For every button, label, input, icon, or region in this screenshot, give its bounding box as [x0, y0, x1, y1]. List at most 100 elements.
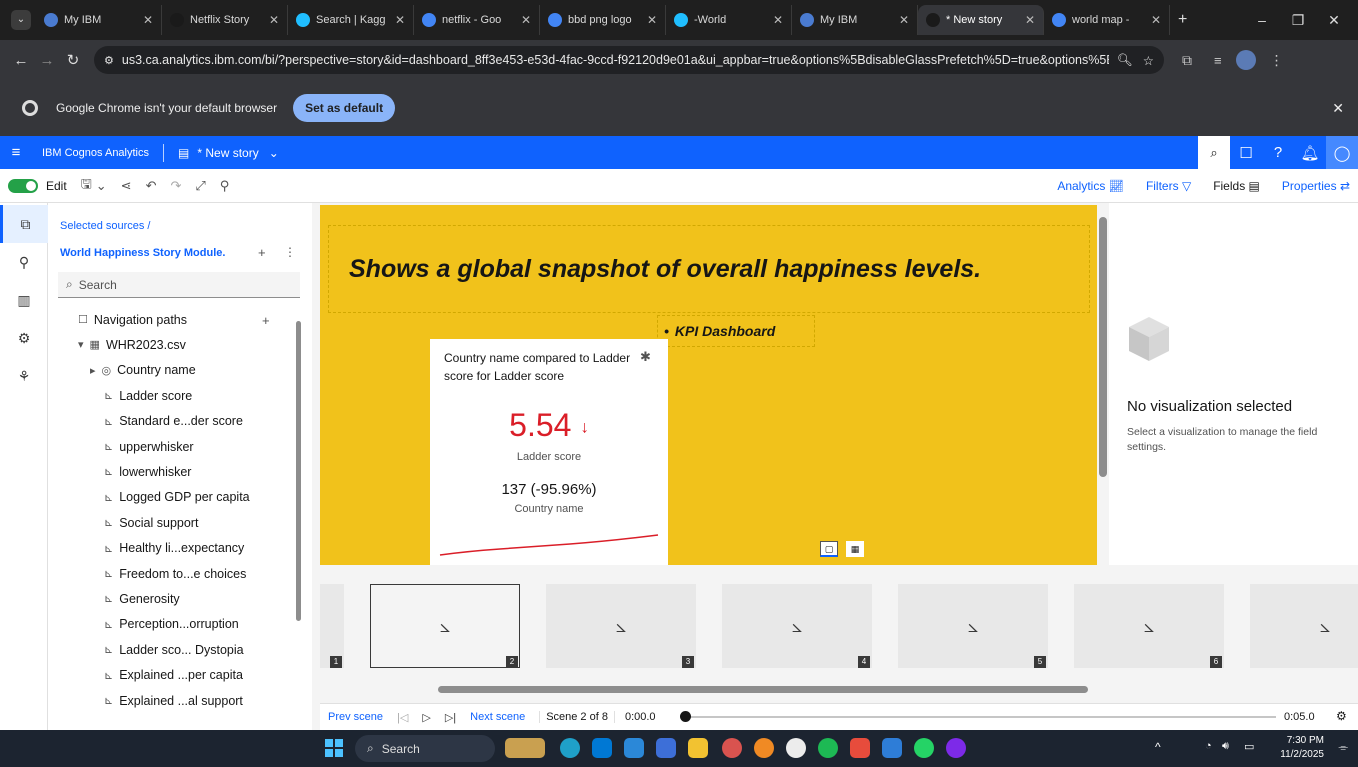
bookmark-star-icon[interactable]: ☆: [1143, 53, 1154, 68]
kpi-settings-icon[interactable]: ✱: [640, 349, 651, 365]
new-tab-button[interactable]: +: [1178, 11, 1187, 29]
add-navigation-path-icon[interactable]: +: [262, 313, 270, 328]
battery-icon[interactable]: ▭: [1244, 740, 1254, 753]
tab-fields[interactable]: Fields ▤: [1213, 179, 1260, 193]
search-button[interactable]: ⌕: [1198, 136, 1230, 169]
tree-item[interactable]: ⊾ Freedom to...e choices: [104, 561, 246, 586]
kpi-widget[interactable]: Country name compared to Ladder score fo…: [430, 339, 668, 565]
canva-icon[interactable]: [946, 738, 966, 758]
scenes-scrollbar[interactable]: [438, 686, 1088, 693]
breadcrumb[interactable]: Selected sources /: [60, 220, 151, 232]
close-tab-icon[interactable]: ✕: [521, 13, 531, 27]
prev-scene-button[interactable]: Prev scene: [328, 711, 383, 723]
data-sources-icon[interactable]: ⧉: [0, 205, 48, 243]
close-tab-icon[interactable]: ✕: [143, 13, 153, 27]
timeline-settings-icon[interactable]: ⚙: [1336, 709, 1347, 723]
tree-item[interactable]: ⊾ Explained ...per capita: [104, 663, 243, 688]
volume-icon[interactable]: 🔊︎: [1222, 740, 1229, 753]
close-tab-icon[interactable]: ✕: [1151, 13, 1161, 27]
reload-icon[interactable]: ↻: [60, 51, 86, 69]
scene-thumbnail[interactable]: ⦣: [1074, 584, 1224, 668]
close-tab-icon[interactable]: ✕: [269, 13, 279, 27]
source-search-input[interactable]: ⌕ Search: [58, 272, 300, 298]
tree-item[interactable]: ⊾ upperwhisker: [104, 434, 194, 459]
skip-back-icon[interactable]: |◁: [397, 711, 408, 724]
tab-properties[interactable]: Properties ⇄: [1282, 179, 1350, 193]
app-icon[interactable]: [850, 738, 870, 758]
restore-icon[interactable]: ❐: [1280, 12, 1316, 29]
address-bar[interactable]: ⚙ us3.ca.analytics.ibm.com/bi/?perspecti…: [94, 46, 1164, 74]
tree-item[interactable]: ⊾ Perception...orruption: [104, 612, 239, 637]
tray-chevron-icon[interactable]: ^: [1155, 740, 1161, 754]
close-window-icon[interactable]: ✕: [1316, 12, 1352, 29]
edge-icon[interactable]: [560, 738, 580, 758]
notifications-icon[interactable]: ⌯: [1338, 740, 1348, 755]
close-tab-icon[interactable]: ✕: [647, 13, 657, 27]
source-scrollbar[interactable]: [296, 321, 301, 621]
visualizations-icon[interactable]: ▥: [0, 281, 48, 319]
notifications-bell-icon[interactable]: 🔔︎: [1294, 136, 1326, 169]
timeline-track[interactable]: [686, 716, 1276, 718]
tab-analytics[interactable]: Analytics 📈︎: [1057, 179, 1124, 193]
timeline-handle[interactable]: [680, 711, 691, 722]
redo-icon[interactable]: ↷: [170, 178, 181, 194]
browser-tab[interactable]: * New story ✕: [918, 5, 1044, 35]
scene-thumbnail[interactable]: ⦣: [722, 584, 872, 668]
profile-avatar[interactable]: [1235, 50, 1256, 70]
browser-tab[interactable]: world map - ✕: [1044, 5, 1170, 35]
tree-item[interactable]: ⊾ Explained ...al support: [104, 688, 243, 713]
play-icon[interactable]: ▷: [422, 711, 430, 724]
tree-item[interactable]: ▾ ▦ WHR2023.csv: [78, 332, 186, 357]
add-source-icon[interactable]: +: [258, 245, 266, 260]
browser-tab[interactable]: Netflix Story ✕: [162, 5, 288, 35]
scene-thumbnail[interactable]: ⦣: [898, 584, 1048, 668]
chrome-taskbar-icon[interactable]: [722, 738, 742, 758]
templates-icon[interactable]: ⚘: [0, 357, 48, 395]
tab-search-icon[interactable]: ⌄: [6, 5, 36, 35]
site-info-icon[interactable]: ⚙: [104, 54, 114, 67]
layout-single-icon[interactable]: ▢: [820, 541, 838, 557]
source-overflow-icon[interactable]: ⋮: [284, 245, 296, 259]
tree-item[interactable]: ⊾ Social support: [104, 510, 198, 535]
scene-thumbnail[interactable]: ⦣: [370, 584, 520, 668]
edit-toggle[interactable]: [8, 178, 38, 193]
expand-caret-icon[interactable]: ▾: [78, 338, 84, 351]
widgets-weather-icon[interactable]: [505, 738, 545, 758]
app-icon[interactable]: [754, 738, 774, 758]
user-avatar-icon[interactable]: ◯: [1326, 136, 1358, 169]
whatsapp-icon[interactable]: [914, 738, 934, 758]
taskbar-search[interactable]: ⌕ Search: [355, 735, 495, 762]
close-infobar-icon[interactable]: ✕: [1332, 100, 1344, 117]
spotify-icon[interactable]: [818, 738, 838, 758]
zoom-icon[interactable]: 🔍︎: [1117, 53, 1133, 68]
back-icon[interactable]: ←: [8, 52, 34, 69]
wifi-icon[interactable]: ◔: [1205, 740, 1212, 752]
widgets-icon[interactable]: ⚙: [0, 319, 48, 357]
vscode-icon[interactable]: [592, 738, 612, 758]
help-icon[interactable]: ?: [1262, 136, 1294, 169]
browser-tab[interactable]: My IBM ✕: [792, 5, 918, 35]
kpi-bullet-text-box[interactable]: • KPI Dashboard: [657, 315, 815, 347]
minimize-icon[interactable]: –: [1244, 12, 1280, 28]
undo-icon[interactable]: ↶: [146, 178, 157, 194]
expand-icon[interactable]: ⤢: [195, 178, 205, 194]
file-explorer-icon[interactable]: [688, 738, 708, 758]
close-tab-icon[interactable]: ✕: [773, 13, 783, 27]
save-menu-chevron-icon[interactable]: ⌄: [96, 178, 107, 194]
tree-item[interactable]: ⊾ lowerwhisker: [104, 459, 191, 484]
hamburger-menu-icon[interactable]: ≡: [0, 136, 32, 169]
set-as-default-button[interactable]: Set as default: [293, 94, 396, 122]
app-icon[interactable]: [882, 738, 902, 758]
browser-tab[interactable]: netflix - Goo ✕: [414, 5, 540, 35]
browser-tab[interactable]: My IBM ✕: [36, 5, 162, 35]
tree-item[interactable]: ⊾ Logged GDP per capita: [104, 485, 250, 510]
extensions-icon[interactable]: ⧉: [1182, 52, 1192, 69]
skip-forward-icon[interactable]: ▷|: [445, 711, 456, 724]
forward-icon[interactable]: →: [34, 52, 60, 69]
scene-slide[interactable]: Shows a global snapshot of overall happi…: [320, 205, 1097, 565]
tab-filters[interactable]: Filters ▽: [1146, 179, 1191, 193]
reading-list-icon[interactable]: ≡: [1214, 53, 1222, 68]
tree-item[interactable]: ⊾ Ladder sco... Dystopia: [104, 637, 244, 662]
tree-item[interactable]: ⊾ Generosity: [104, 586, 180, 611]
collapse-caret-icon[interactable]: ▸: [90, 364, 96, 377]
